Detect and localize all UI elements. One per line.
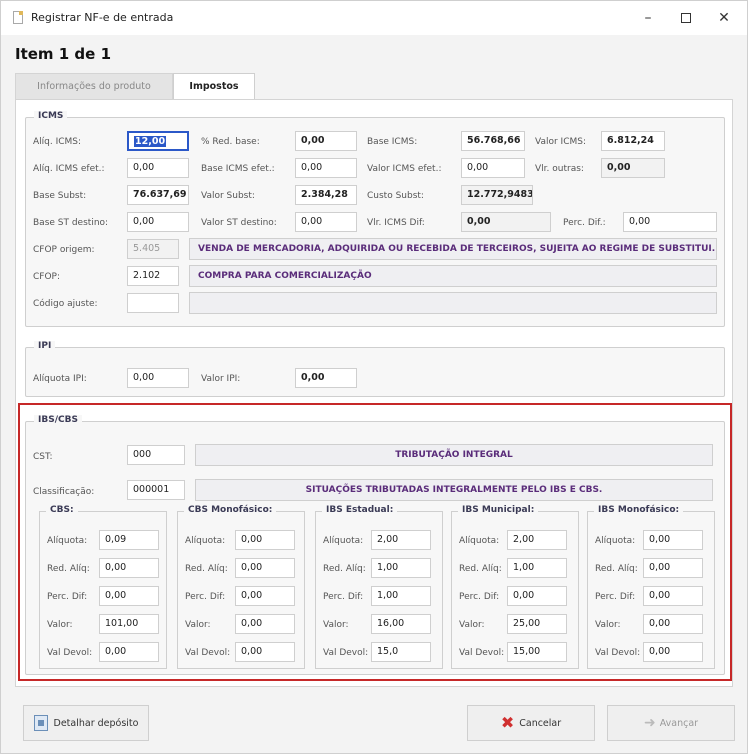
valor-subst-label: Valor Subst: bbox=[201, 191, 255, 201]
title-bar: Registrar NF-e de entrada – ✕ bbox=[1, 1, 747, 35]
aliq-icms-field[interactable]: 12,00 bbox=[127, 131, 189, 151]
cfop-origem-label: CFOP origem: bbox=[33, 245, 95, 255]
tab-impostos[interactable]: Impostos bbox=[173, 73, 255, 99]
valor-icms-label: Valor ICMS: bbox=[535, 137, 586, 147]
custo-subst-field[interactable]: 12.772,9483 bbox=[461, 185, 533, 205]
valor-icms-efet-field[interactable]: 0,00 bbox=[461, 158, 525, 178]
cancel-button[interactable]: ✖ Cancelar bbox=[467, 705, 595, 741]
base-icms-efet-field[interactable]: 0,00 bbox=[295, 158, 357, 178]
vlr-outras-label: Vlr. outras: bbox=[535, 164, 584, 174]
vlr-icms-dif-label: Vlr. ICMS Dif: bbox=[367, 218, 425, 228]
ipi-group-label: IPI bbox=[34, 341, 56, 351]
perc-dif-field[interactable]: 0,00 bbox=[623, 212, 717, 232]
cfop-origem-field[interactable]: 5.405 bbox=[127, 239, 179, 259]
aliq-icms-efet-label: Alíq. ICMS efet.: bbox=[33, 164, 105, 174]
aliq-icms-label: Alíq. ICMS: bbox=[33, 137, 82, 147]
codigo-ajuste-description bbox=[189, 292, 717, 314]
minimize-button[interactable]: – bbox=[633, 7, 663, 29]
valor-ipi-label: Valor IPI: bbox=[201, 374, 241, 384]
arrow-right-icon: ➜ bbox=[643, 715, 656, 731]
base-icms-field[interactable]: 56.768,66 bbox=[461, 131, 525, 151]
ibscbs-highlight-outline bbox=[18, 403, 732, 681]
tab-informacoes-produto[interactable]: Informações do produto bbox=[15, 73, 173, 99]
custo-subst-label: Custo Subst: bbox=[367, 191, 424, 201]
window-title: Registrar NF-e de entrada bbox=[31, 11, 174, 24]
base-st-destino-field[interactable]: 0,00 bbox=[127, 212, 189, 232]
red-base-label: % Red. base: bbox=[201, 137, 260, 147]
cfop-origem-description: VENDA DE MERCADORIA, ADQUIRIDA OU RECEBI… bbox=[189, 238, 717, 260]
base-subst-label: Base Subst: bbox=[33, 191, 87, 201]
page-title: Item 1 de 1 bbox=[15, 45, 112, 63]
base-st-destino-label: Base ST destino: bbox=[33, 218, 109, 228]
valor-icms-efet-label: Valor ICMS efet.: bbox=[367, 164, 442, 174]
valor-icms-field[interactable]: 6.812,24 bbox=[601, 131, 665, 151]
avancar-label: Avançar bbox=[659, 717, 699, 729]
avancar-button[interactable]: ➜ Avançar bbox=[607, 705, 735, 741]
valor-st-destino-label: Valor ST destino: bbox=[201, 218, 277, 228]
vlr-icms-dif-field[interactable]: 0,00 bbox=[461, 212, 551, 232]
valor-st-destino-field[interactable]: 0,00 bbox=[295, 212, 357, 232]
maximize-button[interactable] bbox=[671, 7, 701, 29]
vlr-outras-field[interactable]: 0,00 bbox=[601, 158, 665, 178]
aliquota-ipi-field[interactable]: 0,00 bbox=[127, 368, 189, 388]
icms-group-label: ICMS bbox=[34, 111, 68, 121]
dialog-window: Registrar NF-e de entrada – ✕ Item 1 de … bbox=[0, 0, 748, 754]
close-button[interactable]: ✕ bbox=[709, 7, 739, 29]
cancel-label: Cancelar bbox=[519, 717, 562, 729]
deposit-icon bbox=[33, 715, 48, 731]
cancel-x-icon: ✖ bbox=[500, 713, 515, 732]
valor-subst-field[interactable]: 2.384,28 bbox=[295, 185, 357, 205]
base-icms-label: Base ICMS: bbox=[367, 137, 418, 147]
aliq-icms-efet-field[interactable]: 0,00 bbox=[127, 158, 189, 178]
perc-dif-label: Perc. Dif.: bbox=[563, 218, 606, 228]
aliquota-ipi-label: Alíquota IPI: bbox=[33, 374, 87, 384]
red-base-field[interactable]: 0,00 bbox=[295, 131, 357, 151]
cfop-field[interactable]: 2.102 bbox=[127, 266, 179, 286]
valor-ipi-field[interactable]: 0,00 bbox=[295, 368, 357, 388]
base-subst-field[interactable]: 76.637,69 bbox=[127, 185, 189, 205]
codigo-ajuste-field[interactable] bbox=[127, 293, 179, 313]
detalhar-deposito-label: Detalhar depósito bbox=[53, 717, 139, 729]
cfop-label: CFOP: bbox=[33, 272, 61, 282]
document-icon bbox=[13, 11, 23, 24]
base-icms-efet-label: Base ICMS efet.: bbox=[201, 164, 275, 174]
maximize-icon bbox=[681, 13, 691, 23]
cfop-description: COMPRA PARA COMERCIALIZAÇÃO bbox=[189, 265, 717, 287]
detalhar-deposito-button[interactable]: Detalhar depósito bbox=[23, 705, 149, 741]
codigo-ajuste-label: Código ajuste: bbox=[33, 299, 98, 309]
